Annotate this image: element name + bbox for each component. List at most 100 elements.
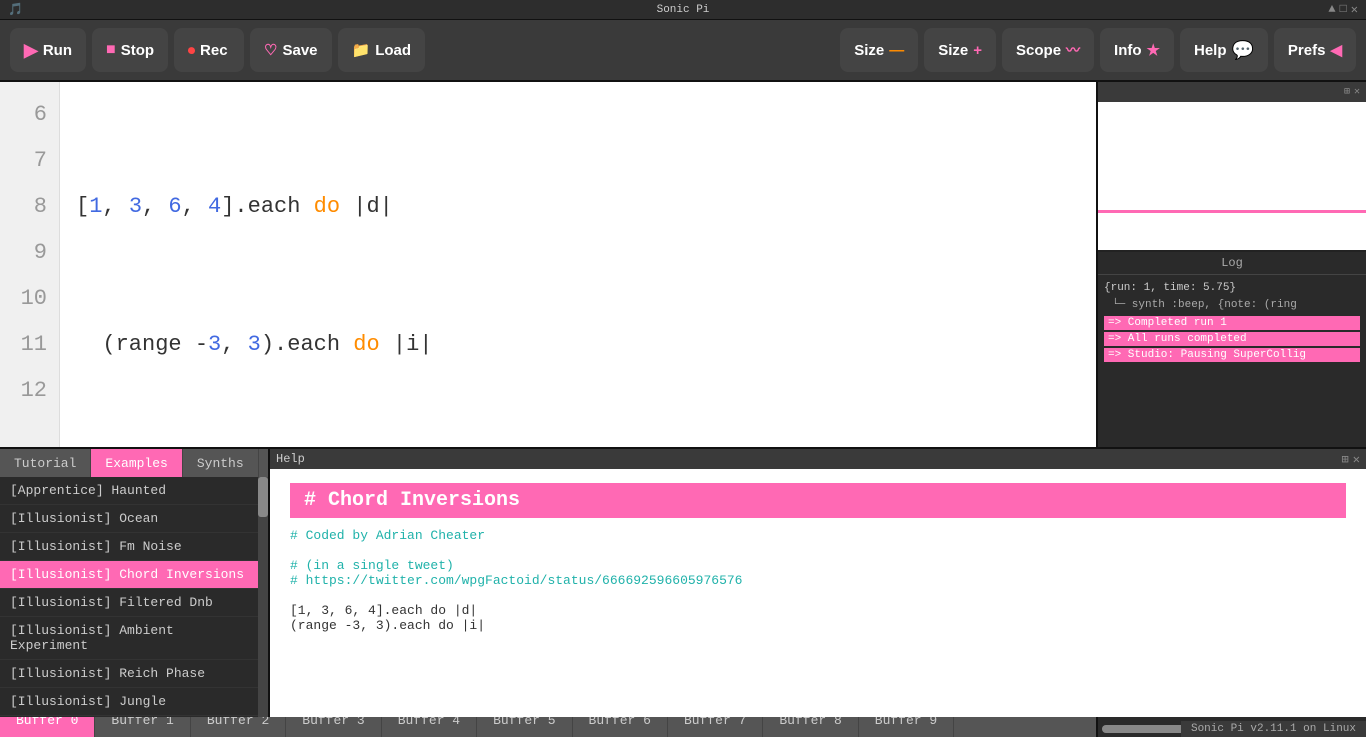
bottom-area: Tutorial Examples Synths Fx S... [Appren… [0, 447, 1366, 717]
log-entry-0: {run: 1, time: 5.75} [1104, 281, 1360, 296]
line-num: 7 [12, 138, 47, 184]
prefs-button[interactable]: Prefs ◀ [1274, 28, 1356, 72]
sidebar-item-filtered-dnb[interactable]: [Illusionist] Filtered Dnb [0, 589, 258, 617]
help-button[interactable]: Help 💬 [1180, 28, 1268, 72]
stop-icon: ■ [106, 41, 116, 59]
help-header-controls[interactable]: ⊞ ✕ [1342, 452, 1360, 467]
log-header-controls[interactable]: ⊞ ✕ [1344, 86, 1360, 98]
help-panel-title: Help [276, 452, 305, 466]
sidebar-list: [Apprentice] Haunted [Illusionist] Ocean… [0, 477, 258, 717]
info-icon: ★ [1147, 41, 1160, 59]
log-panel-header: ⊞ ✕ [1098, 82, 1366, 102]
line-num: 6 [12, 92, 47, 138]
log-text-0: {run: 1, time: 5.75} [1104, 282, 1236, 294]
help-line-2: # (in a single tweet) [290, 558, 1346, 573]
help-sidebar: Tutorial Examples Synths Fx S... [Appren… [0, 449, 270, 717]
sidebar-item-fmnoise[interactable]: [Illusionist] Fm Noise [0, 533, 258, 561]
line-num: 8 [12, 184, 47, 230]
minus-icon: — [889, 42, 904, 59]
size-minus-button[interactable]: Size — [840, 28, 918, 72]
code-line-7: (range -3, 3).each do |i| [76, 322, 1080, 368]
sidebar-item-chord-inversions[interactable]: [Illusionist] Chord Inversions [0, 561, 258, 589]
log-entry-studio: => Studio: Pausing SuperCollig [1104, 348, 1360, 362]
tab-synths[interactable]: Synths [183, 449, 259, 477]
sidebar-scrollbar[interactable] [258, 477, 268, 717]
save-button[interactable]: ♡ Save [250, 28, 332, 72]
info-button[interactable]: Info ★ [1100, 28, 1174, 72]
info-label: Info [1114, 42, 1142, 59]
titlebar-title: Sonic Pi [657, 4, 710, 16]
line-num: 9 [12, 230, 47, 276]
log-entry-1: └─ synth :beep, {note: (ring [1104, 298, 1360, 313]
help-code-1: [1, 3, 6, 4].each do |d| [290, 603, 1346, 618]
load-button[interactable]: 📁 Load [338, 28, 426, 72]
sidebar-item-ocean[interactable]: [Illusionist] Ocean [0, 505, 258, 533]
close-icon[interactable]: ✕ [1351, 2, 1358, 17]
tab-examples[interactable]: Examples [91, 449, 182, 477]
plus-icon: + [973, 42, 982, 59]
run-label: Run [43, 42, 72, 59]
run-button[interactable]: ▶ Run [10, 28, 86, 72]
scope-icon: 〰 [1066, 40, 1080, 60]
sidebar-item-reich[interactable]: [Illusionist] Reich Phase [0, 660, 258, 688]
help-code-2: (range -3, 3).each do |i| [290, 618, 1346, 633]
save-icon: ♡ [264, 41, 277, 59]
rec-button[interactable]: ⏺ Rec [174, 28, 244, 72]
sidebar-item-jungle[interactable]: [Illusionist] Jungle [0, 688, 258, 716]
tab-tutorial[interactable]: Tutorial [0, 449, 91, 477]
size-plus-button[interactable]: Size + [924, 28, 996, 72]
help-tweet-url: # https://twitter.com/wpgFactoid/status/… [290, 573, 742, 588]
help-panel-header: Help ⊞ ✕ [270, 449, 1366, 469]
line-num: 10 [12, 276, 47, 322]
help-tweet-label: # (in a single tweet) [290, 558, 454, 573]
rec-icon: ⏺ [188, 42, 195, 59]
help-credit: # Coded by Adrian Cheater [290, 528, 485, 543]
scope-label: Scope [1016, 42, 1061, 59]
help-content: Help ⊞ ✕ # Chord Inversions # Coded by A… [270, 449, 1366, 717]
titlebar-left: 🎵 [8, 2, 23, 17]
help-body[interactable]: # Chord Inversions # Coded by Adrian Che… [270, 469, 1366, 717]
line-num: 12 [12, 368, 47, 414]
line-num: 11 [12, 322, 47, 368]
prefs-label: Prefs [1288, 42, 1326, 59]
maximize-icon[interactable]: □ [1340, 2, 1347, 17]
minimize-icon[interactable]: ▲ [1328, 2, 1335, 17]
scope-visualization [1098, 102, 1366, 242]
help-line-3: # https://twitter.com/wpgFactoid/status/… [290, 573, 1346, 588]
sidebar-scrollbar-thumb[interactable] [258, 477, 268, 517]
prefs-icon: ◀ [1330, 41, 1342, 59]
code-line-6: [1, 3, 6, 4].each do |d| [76, 184, 1080, 230]
size-plus-label: Size [938, 42, 968, 59]
toolbar: ▶ Run ■ Stop ⏺ Rec ♡ Save 📁 Load Size — … [0, 20, 1366, 82]
help-expand-icon[interactable]: ⊞ [1342, 452, 1349, 467]
titlebar-icon: 🎵 [8, 3, 23, 17]
log-entry-completed: => Completed run 1 [1104, 316, 1360, 330]
sidebar-item-haunted[interactable]: [Apprentice] Haunted [0, 477, 258, 505]
scope-expand-icon[interactable]: ⊞ [1344, 86, 1350, 98]
scope-button[interactable]: Scope 〰 [1002, 28, 1094, 72]
load-label: Load [375, 42, 411, 59]
help-heading: # Chord Inversions [290, 483, 1346, 518]
size-minus-label: Size [854, 42, 884, 59]
status-text: Sonic Pi v2.11.1 on Linux [1191, 723, 1356, 735]
help-code-line-2: (range -3, 3).each do |i| [290, 618, 485, 633]
log-title: Log [1098, 252, 1366, 275]
rec-label: Rec [200, 42, 228, 59]
help-line-1: # Coded by Adrian Cheater [290, 528, 1346, 543]
status-bar: Sonic Pi v2.11.1 on Linux [1181, 721, 1366, 737]
help-code-line-1: [1, 3, 6, 4].each do |d| [290, 603, 477, 618]
help-icon: 💬 [1232, 40, 1254, 61]
help-close-icon[interactable]: ✕ [1353, 452, 1360, 467]
scope-svg [1098, 102, 1366, 242]
run-icon: ▶ [24, 40, 38, 61]
tab-fx[interactable]: Fx [259, 449, 270, 477]
titlebar: 🎵 Sonic Pi ▲ □ ✕ [0, 0, 1366, 20]
sidebar-scroll-container: [Apprentice] Haunted [Illusionist] Ocean… [0, 477, 268, 717]
titlebar-controls[interactable]: ▲ □ ✕ [1328, 2, 1358, 17]
stop-button[interactable]: ■ Stop [92, 28, 168, 72]
sidebar-item-ambient[interactable]: [Illusionist] Ambient Experiment [0, 617, 258, 660]
bottom-tabs-row: Tutorial Examples Synths Fx S... [0, 449, 268, 477]
scope-close-icon[interactable]: ✕ [1354, 86, 1360, 98]
save-label: Save [282, 42, 317, 59]
scope-area: ⊞ ✕ [1098, 82, 1366, 252]
